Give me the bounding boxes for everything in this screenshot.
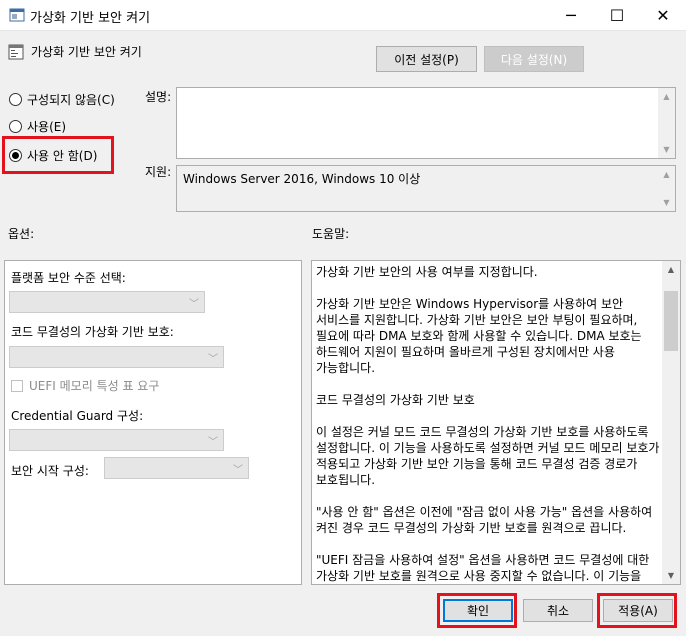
radio-not-configured[interactable]: 구성되지 않음(C) <box>9 91 115 108</box>
scroll-down-icon[interactable]: ▼ <box>662 567 680 584</box>
help-paragraph: 이 설정은 커널 모드 코드 무결성의 가상화 기반 보호를 사용하도록 설정합… <box>316 425 660 487</box>
scroll-up-icon[interactable]: ▲ <box>658 166 675 183</box>
highlight-box <box>437 593 517 628</box>
help-paragraph: "사용 안 함" 옵션은 이전에 "잠금 없이 사용 가능" 옵션을 사용하여 … <box>316 505 653 535</box>
chevron-down-icon: ﹀ <box>233 465 243 476</box>
radio-circle[interactable] <box>9 120 22 133</box>
help-paragraph: "UEFI 잠금을 사용하여 설정" 옵션을 사용하면 코드 무결성에 대한 가… <box>316 553 650 583</box>
platform-security-dropdown[interactable]: ﹀ <box>9 291 205 313</box>
help-panel: 가상화 기반 보안의 사용 여부를 지정합니다. 가상화 기반 보안은 Wind… <box>311 260 681 585</box>
radio-label: 구성되지 않음(C) <box>27 93 115 107</box>
close-button[interactable]: ✕ <box>640 0 686 31</box>
maximize-button[interactable]: ☐ <box>594 0 640 31</box>
description-textarea[interactable]: ▲ ▼ <box>176 87 676 159</box>
help-scrollbar[interactable]: ▲ ▼ <box>662 261 680 584</box>
options-label: 옵션: <box>8 227 35 241</box>
highlight-box <box>597 593 677 628</box>
minimize-button[interactable]: ─ <box>548 0 594 31</box>
supported-on-box: Windows Server 2016, Windows 10 이상 ▲ ▼ <box>176 165 676 212</box>
help-label: 도움말: <box>312 227 350 241</box>
description-scrollbar[interactable]: ▲ ▼ <box>658 88 675 158</box>
scroll-thumb[interactable] <box>664 291 678 351</box>
code-integrity-label: 코드 무결성의 가상화 기반 보호: <box>11 325 174 339</box>
supported-on-scrollbar[interactable]: ▲ ▼ <box>658 166 675 211</box>
radio-enabled[interactable]: 사용(E) <box>9 118 66 135</box>
radio-circle[interactable] <box>9 93 22 106</box>
uefi-checkbox[interactable] <box>11 379 23 392</box>
secure-launch-label: 보안 시작 구성: <box>11 464 89 478</box>
window-title: 가상화 기반 보안 켜기 <box>30 11 151 26</box>
radio-label: 사용(E) <box>27 120 67 134</box>
chevron-down-icon: ﹀ <box>189 299 199 310</box>
help-text: 가상화 기반 보안의 사용 여부를 지정합니다. 가상화 기반 보안은 Wind… <box>316 264 660 584</box>
highlight-box <box>2 136 114 174</box>
previous-setting-button[interactable]: 이전 설정(P) <box>376 46 477 72</box>
cancel-button[interactable]: 취소 <box>523 599 593 622</box>
uefi-checkbox-row[interactable]: UEFI 메모리 특성 표 요구 <box>11 377 159 394</box>
chevron-down-icon: ﹀ <box>208 437 218 448</box>
scroll-up-icon[interactable]: ▲ <box>658 88 675 105</box>
policy-setting-icon <box>8 44 24 60</box>
scroll-down-icon[interactable]: ▼ <box>658 194 675 211</box>
scroll-down-icon[interactable]: ▼ <box>658 141 675 158</box>
help-paragraph: 가상화 기반 보안은 Windows Hypervisor를 사용하여 보안 서… <box>316 297 642 375</box>
secure-launch-dropdown[interactable]: ﹀ <box>104 457 249 479</box>
title-bar: 가상화 기반 보안 켜기 ─ ☐ ✕ <box>0 0 686 31</box>
policy-title: 가상화 기반 보안 켜기 <box>31 45 142 59</box>
chevron-down-icon: ﹀ <box>208 354 218 365</box>
supported-on-value: Windows Server 2016, Windows 10 이상 <box>183 172 421 186</box>
credential-guard-dropdown[interactable]: ﹀ <box>9 429 224 451</box>
description-label: 설명: <box>145 90 172 104</box>
uefi-checkbox-label: UEFI 메모리 특성 표 요구 <box>29 379 160 393</box>
options-panel: 플랫폼 보안 수준 선택: ﹀ 코드 무결성의 가상화 기반 보호: ﹀ UEF… <box>4 260 302 585</box>
help-paragraph: 코드 무결성의 가상화 기반 보호 <box>316 393 475 407</box>
policy-window-icon <box>9 8 25 22</box>
supported-on-label: 지원: <box>145 165 172 179</box>
credential-guard-label: Credential Guard 구성: <box>11 409 144 423</box>
code-integrity-dropdown[interactable]: ﹀ <box>9 346 224 368</box>
platform-security-label: 플랫폼 보안 수준 선택: <box>11 271 126 285</box>
next-setting-button[interactable]: 다음 설정(N) <box>484 46 584 72</box>
scroll-up-icon[interactable]: ▲ <box>662 261 680 278</box>
help-paragraph: 가상화 기반 보안의 사용 여부를 지정합니다. <box>316 265 538 279</box>
